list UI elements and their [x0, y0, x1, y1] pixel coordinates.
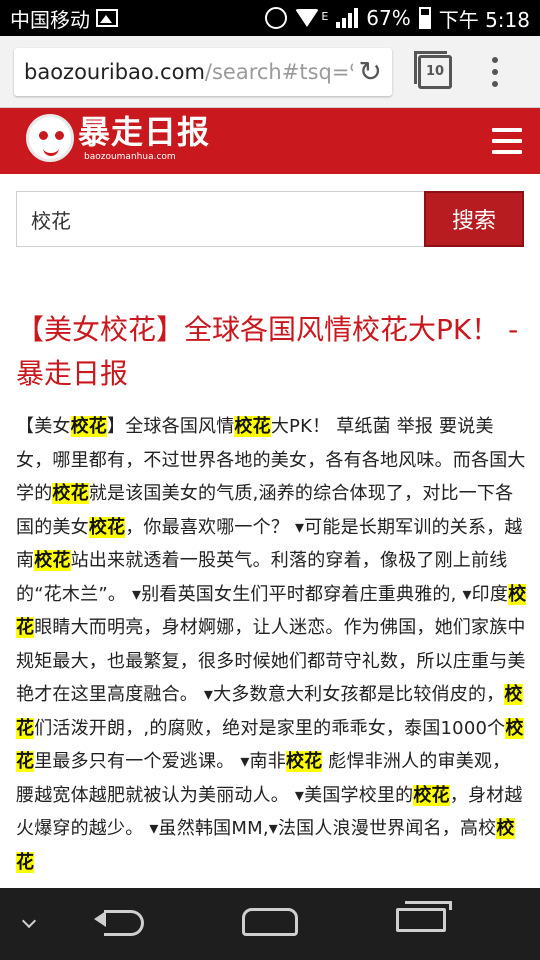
reload-icon[interactable]: ↻	[359, 55, 382, 88]
snippet-text: 】全球各国风情	[107, 416, 235, 437]
search-button[interactable]: 搜索	[424, 191, 524, 247]
snippet-text: 站出来就透着一股英气。利落的穿着，像极了刚上前线的“花木兰”。 ▾别看英国女生们…	[16, 550, 509, 605]
clock: 下午 5:18	[438, 7, 530, 32]
signal-icon	[336, 8, 359, 28]
recent-apps-icon[interactable]	[396, 901, 452, 932]
home-icon[interactable]	[242, 908, 298, 936]
address-bar[interactable]: baozouribao.com /search#tsq=% ↻	[14, 47, 392, 96]
system-nav-bar	[0, 888, 540, 960]
highlighted-keyword: 校花	[88, 516, 126, 538]
snippet-text: 们活泼开朗，,的腐败，绝对是家里的乖乖女，泰国1000个	[34, 717, 506, 739]
search-result: 【美女校花】全球各国风情校花大PK！ - 暴走日报 【美女校花】全球各国风情校花…	[16, 308, 528, 879]
network-type: E	[321, 9, 329, 23]
site-header: 暴走日报 baozoumanhua.com	[0, 108, 540, 174]
back-icon[interactable]	[94, 910, 146, 938]
status-right-group: E 67% 下午 5:18	[265, 4, 530, 33]
site-logo[interactable]: 暴走日报 baozoumanhua.com	[26, 113, 210, 163]
snippet-text: 眼睛大而明亮，身材婀娜，让人迷恋。作为佛国，她们家族中规矩最大，也最繁复，很多时…	[16, 617, 526, 705]
highlighted-keyword: 校花	[285, 751, 323, 772]
url-host: baozouribao.com	[24, 59, 205, 84]
result-snippet: 【美女校花】全球各国风情校花大PK！ 草纸菌 举报 要说美女，哪里都有，不过世界…	[16, 410, 528, 879]
highlighted-keyword: 校花	[234, 416, 271, 437]
search-form: 搜索	[16, 191, 524, 247]
battery-icon	[418, 7, 431, 29]
battery-percent: 67%	[366, 6, 411, 30]
highlighted-keyword: 校花	[413, 784, 450, 806]
highlighted-keyword: 校花	[70, 416, 108, 437]
logo-text: 暴走日报	[78, 113, 211, 151]
status-bar: 中国移动 E 67% 下午 5:18	[0, 0, 540, 36]
logo-subtext: baozoumanhua.com	[84, 152, 176, 162]
browser-toolbar: baozouribao.com /search#tsq=% ↻ 10	[0, 36, 540, 108]
snippet-text: 里最多只有一个爱逃课。 ▾南非	[34, 751, 286, 772]
snippet-text: 【美女	[16, 416, 71, 437]
url-path: /search#tsq=%	[204, 59, 353, 84]
tabs-icon[interactable]: 10	[414, 50, 452, 89]
search-input[interactable]	[16, 191, 424, 247]
alarm-icon	[265, 7, 288, 29]
logo-face-icon	[26, 114, 74, 162]
menu-dots-icon[interactable]	[492, 56, 498, 87]
result-title-link[interactable]: 【美女校花】全球各国风情校花大PK！ - 暴走日报	[16, 308, 528, 396]
image-icon	[96, 9, 118, 27]
tab-count: 10	[425, 64, 445, 79]
carrier-name: 中国移动	[10, 7, 90, 32]
highlighted-keyword: 校花	[52, 483, 89, 504]
chevron-down-icon[interactable]	[21, 913, 37, 929]
hamburger-menu-icon[interactable]	[492, 128, 522, 154]
highlighted-keyword: 校花	[34, 550, 71, 571]
wifi-icon	[295, 9, 320, 27]
